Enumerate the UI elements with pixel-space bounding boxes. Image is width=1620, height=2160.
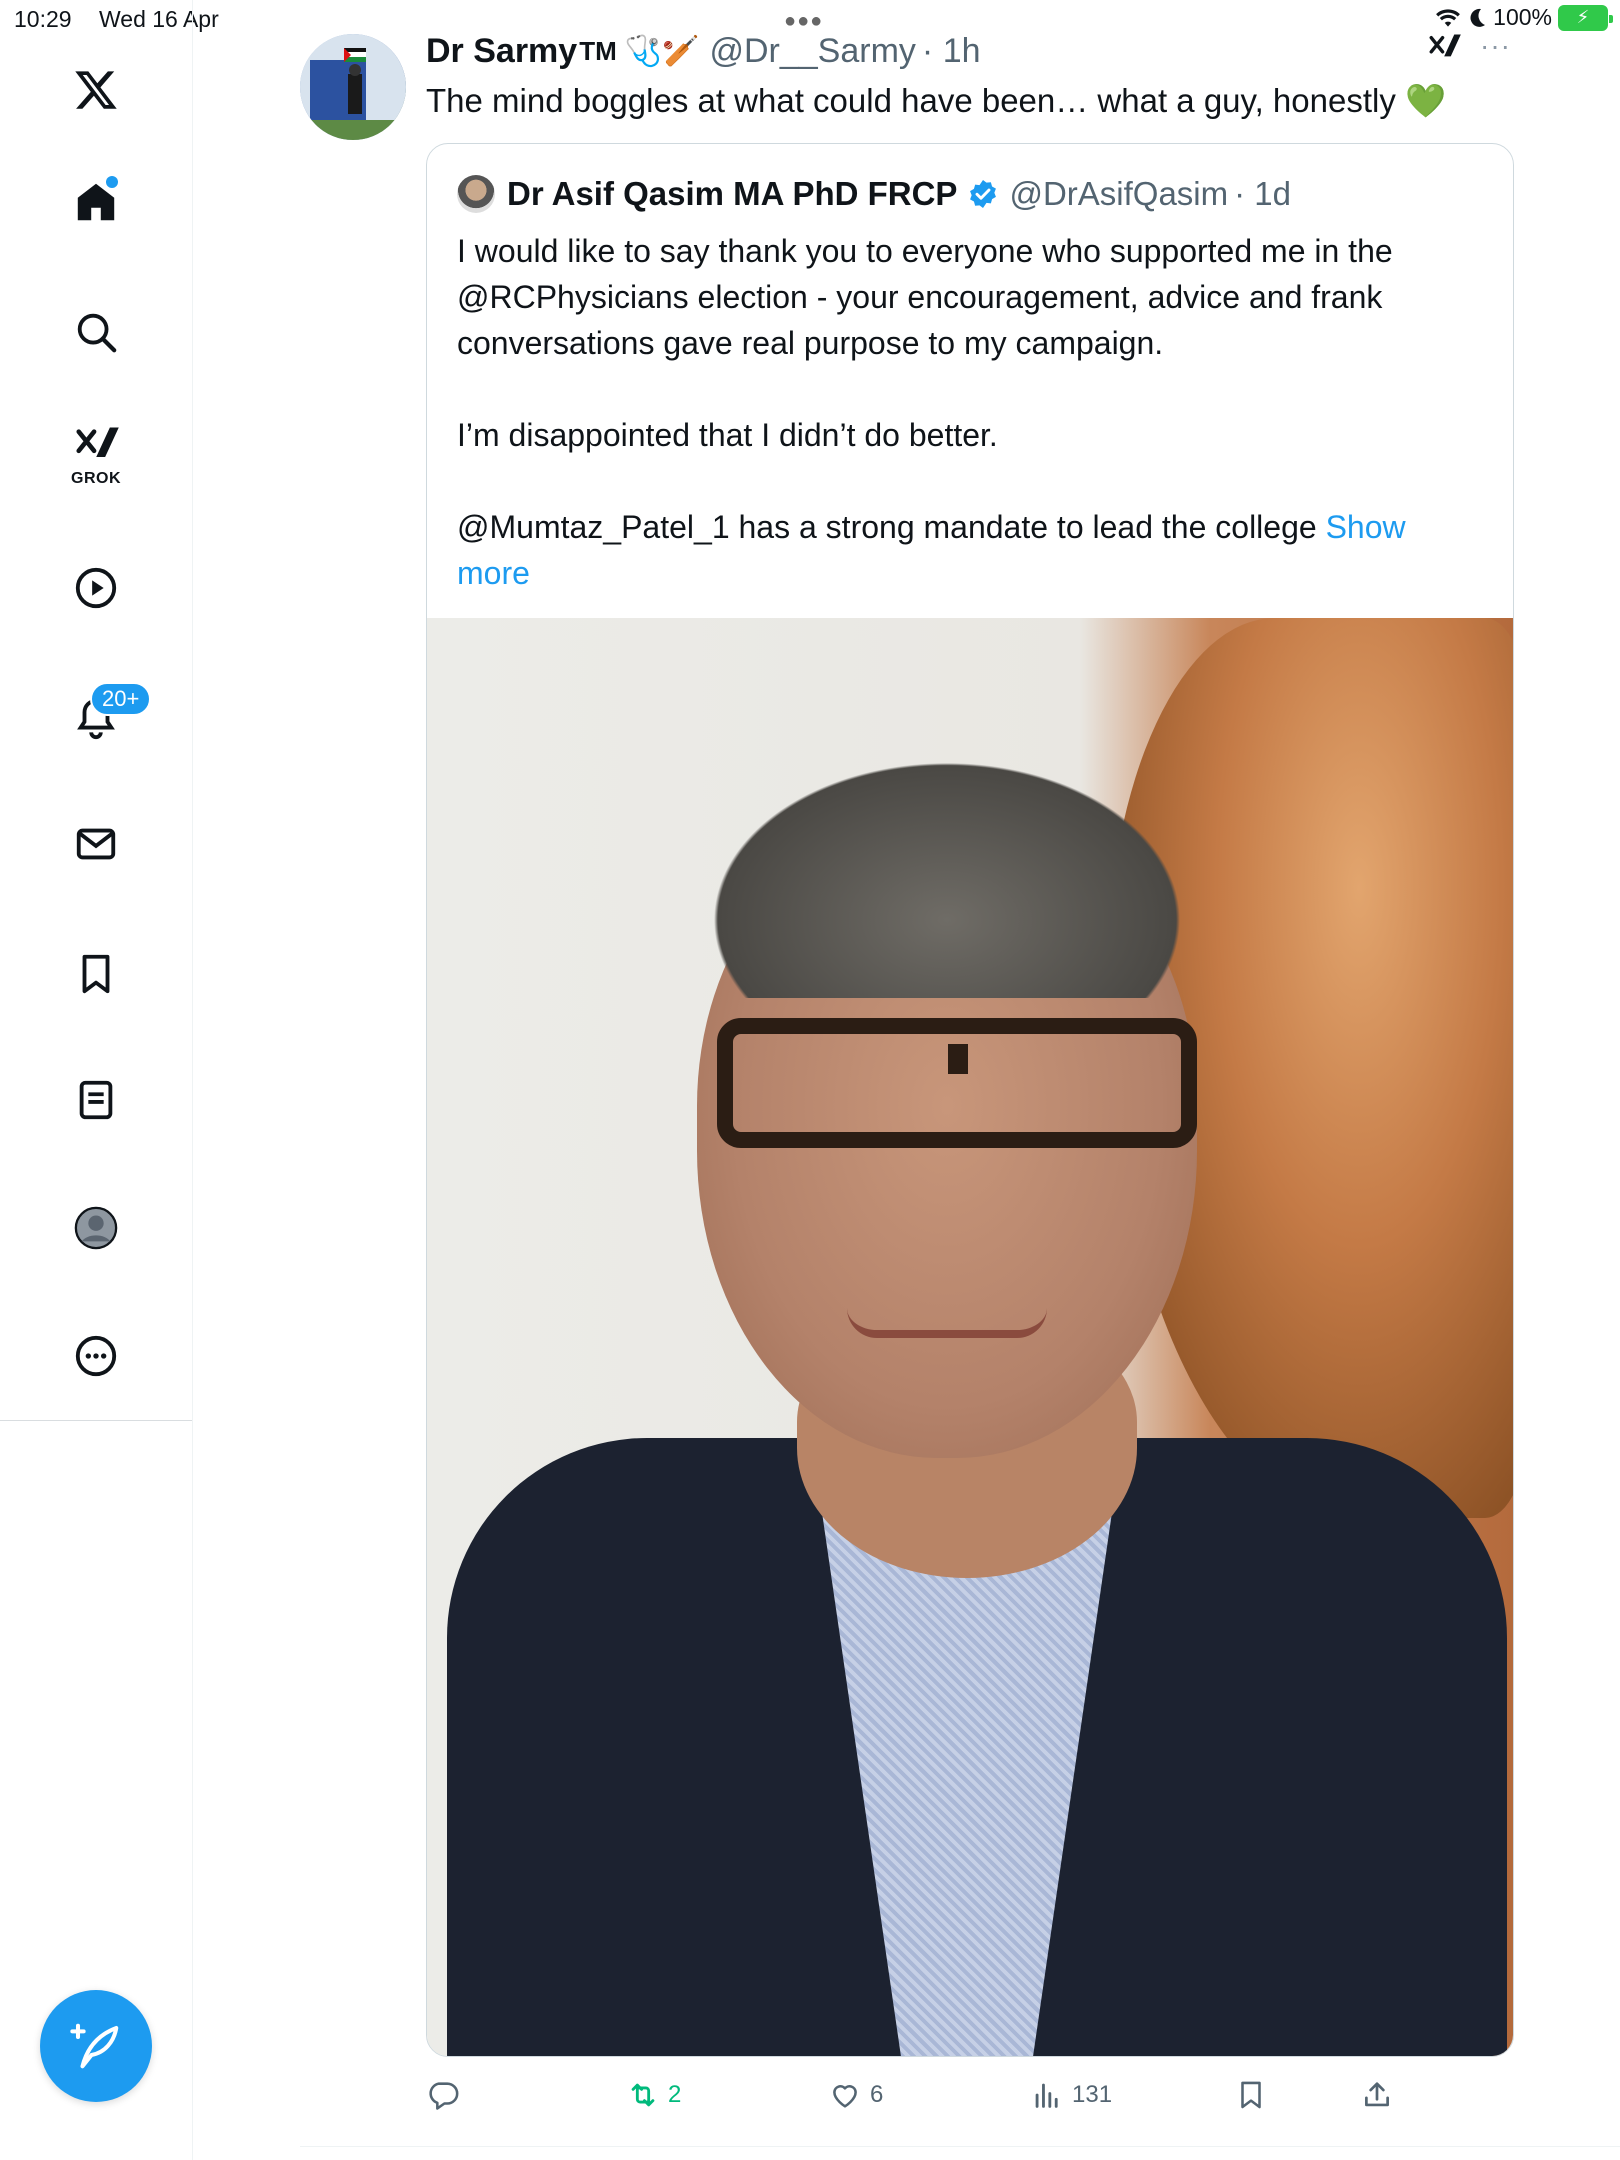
heart-icon [833, 2085, 857, 2108]
tweet-divider [300, 2146, 1620, 2147]
quote-author-handle: @DrAsifQasim [1009, 175, 1229, 212]
moon-icon [1470, 8, 1486, 27]
video-icon[interactable] [60, 552, 132, 624]
tweet-text-body: The mind boggles at what could have been… [426, 82, 1396, 119]
reply-button[interactable] [426, 2078, 468, 2112]
notifications-icon[interactable]: 20+ [60, 682, 152, 754]
quote-time: · 1d [1234, 175, 1292, 212]
tweet-actions: 2 6 131 [426, 2078, 1514, 2128]
verified-badge-icon [967, 178, 999, 210]
quote-author-avatar[interactable] [457, 175, 495, 213]
lists-icon[interactable] [60, 1064, 132, 1136]
tweet-header: Dr Sarmy TM 🩺🏏 @Dr__Sarmy · 1h [426, 30, 981, 72]
compose-post-button[interactable] [40, 1990, 152, 2102]
share-button[interactable] [1360, 2078, 1394, 2112]
photo-mouth [847, 1308, 1047, 1338]
home-icon[interactable] [60, 166, 132, 238]
quote-author-name: Dr Asif Qasim MA PhD FRCP [507, 175, 958, 212]
tweet-time[interactable]: · 1h [922, 32, 981, 71]
photo-glasses [717, 1018, 1197, 1148]
quoted-tweet[interactable]: Dr Asif Qasim MA PhD FRCP @DrAsifQasim ·… [426, 143, 1514, 2057]
battery-icon: ⚡ [1558, 4, 1613, 31]
quote-text-body: I would like to say thank you to everyon… [457, 233, 1393, 545]
green-heart-emoji: 💚 [1405, 82, 1447, 119]
sidebar: GROK 20+ [0, 0, 193, 1420]
author-avatar[interactable] [300, 34, 406, 140]
share-icon [1365, 2082, 1389, 2107]
analytics-icon [1035, 2083, 1058, 2108]
quote-text: I would like to say thank you to everyon… [457, 228, 1487, 596]
bookmarks-icon[interactable] [60, 938, 132, 1010]
retweet-count: 2 [668, 2081, 682, 2108]
more-icon[interactable] [60, 1320, 132, 1392]
author-name[interactable]: Dr Sarmy [426, 32, 577, 71]
bookmark-button[interactable] [1234, 2078, 1268, 2112]
profile-icon[interactable] [60, 1192, 132, 1264]
compose-feather-icon [70, 2023, 119, 2069]
author-handle[interactable]: @Dr__Sarmy [709, 32, 915, 71]
quote-header: Dr Asif Qasim MA PhD FRCP @DrAsifQasim ·… [457, 174, 1291, 214]
wifi-icon [1436, 8, 1461, 27]
quote-photo[interactable] [427, 618, 1513, 2056]
views-button[interactable]: 131 [1030, 2078, 1112, 2112]
retweet-button[interactable]: 2 [626, 2078, 681, 2112]
notifications-badge: 20+ [90, 682, 152, 716]
author-tm: TM [579, 35, 617, 66]
like-count: 6 [870, 2081, 884, 2108]
like-button[interactable]: 6 [828, 2078, 883, 2112]
sidebar-divider [0, 1420, 193, 1421]
grok-post-icon[interactable] [1426, 32, 1462, 75]
tweet-more-icon[interactable]: ··· [1480, 30, 1511, 62]
photo-hair [677, 738, 1217, 998]
home-unread-dot [106, 176, 118, 188]
grok-icon[interactable]: GROK [60, 420, 132, 492]
x-logo-icon[interactable] [60, 54, 132, 126]
tweet-text: The mind boggles at what could have been… [426, 80, 1446, 122]
status-right: 100% ⚡ [1435, 4, 1613, 31]
search-icon[interactable] [60, 296, 132, 368]
reply-icon [429, 2082, 459, 2110]
sidebar-border [192, 1420, 193, 2160]
author-emoji: 🩺🏏 [624, 34, 700, 68]
battery-percentage: 100% [1493, 4, 1552, 30]
retweet-icon [631, 2083, 655, 2107]
bookmark-icon [1241, 2081, 1261, 2109]
messages-icon[interactable] [60, 808, 132, 880]
grok-label: GROK [71, 470, 121, 487]
views-count: 131 [1072, 2081, 1113, 2108]
